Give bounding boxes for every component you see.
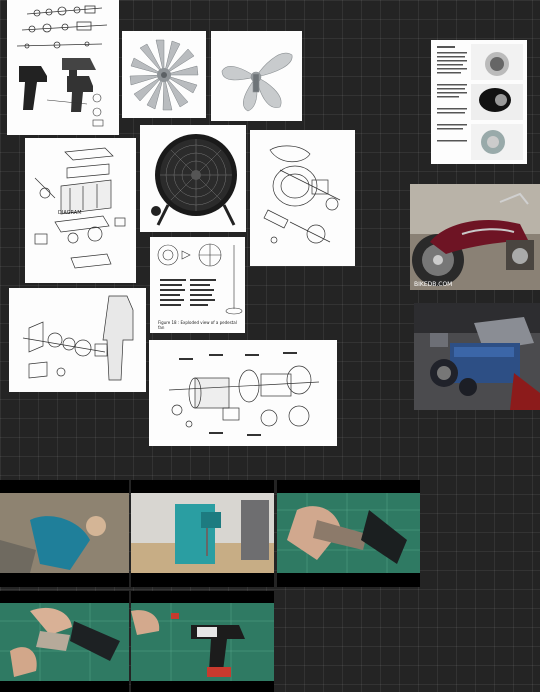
video-1-frame — [0, 493, 129, 573]
manual-page-graphic — [437, 44, 523, 160]
drill-teardown-video-5[interactable] — [131, 591, 274, 692]
motor-diagram-graphic — [168, 352, 320, 436]
moodboard-canvas: { "canvas": {"background": "#242424"}, "… — [0, 0, 540, 692]
electric-motor-exploded-diagram[interactable] — [149, 340, 337, 446]
video-5-frame — [131, 603, 274, 681]
v8-engine-photo[interactable] — [414, 303, 540, 410]
drill-teardown-video-3[interactable] — [277, 480, 420, 587]
drill-teardown-video-4[interactable] — [0, 591, 129, 692]
three-wing-fan-graphic — [221, 52, 293, 112]
drill-gearbox-exploded-diagram[interactable] — [9, 288, 146, 392]
drum-fan-graphic — [151, 134, 237, 226]
motorcycle-photo[interactable]: BIKEDB.COM — [410, 184, 540, 290]
video-3-frame — [277, 493, 420, 573]
pedestal-fan-graphic — [157, 243, 243, 315]
video-4-frame — [0, 603, 129, 681]
drill-exploded-diagram[interactable] — [7, 0, 119, 135]
engine-diagram-graphic: DIAGRAM — [34, 147, 126, 269]
pedestal-fan-caption: Figure 18 : Exploded view of a pedestal … — [158, 320, 237, 330]
pedestal-fan-parts-diagram[interactable]: Figure 18 : Exploded view of a pedestal … — [150, 237, 245, 333]
radial-fan-graphic — [129, 39, 199, 111]
motor-fan-exploded-diagram[interactable] — [250, 130, 355, 266]
motorcycle-graphic — [410, 184, 540, 290]
drill-teardown-video-2[interactable] — [131, 480, 274, 587]
fan-blade-radial[interactable] — [122, 31, 206, 118]
engine-photo-graphic — [414, 303, 540, 410]
motor-fan-diagram-graphic — [263, 145, 341, 244]
drill-teardown-video-1[interactable] — [0, 480, 129, 587]
video-2-frame — [131, 493, 274, 573]
drill-gearbox-graphic — [22, 295, 134, 381]
motorcycle-watermark: BIKEDB.COM — [414, 281, 453, 288]
drum-fan-photo[interactable] — [140, 125, 246, 232]
drill-diagram-graphic — [16, 5, 108, 127]
motorcycle-manual-page[interactable] — [431, 40, 527, 164]
fan-blade-three-wing[interactable] — [211, 31, 302, 121]
engine-block-exploded-diagram[interactable]: DIAGRAM — [25, 138, 136, 283]
svg-text:DIAGRAM: DIAGRAM — [58, 210, 82, 216]
